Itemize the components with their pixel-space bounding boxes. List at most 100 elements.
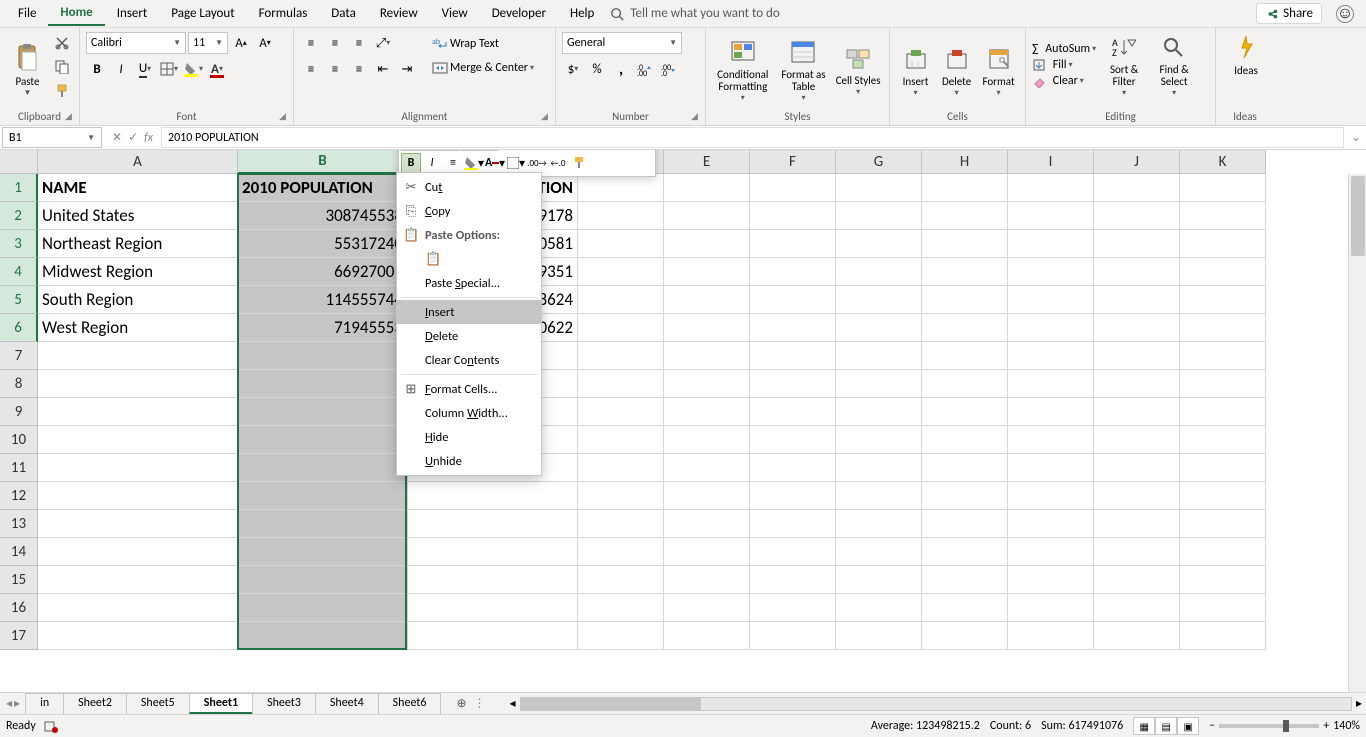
find-select-button[interactable]: Find & Select▾ [1152,32,1196,98]
cell-G13[interactable] [836,510,922,538]
cell-J15[interactable] [1094,566,1180,594]
enter-icon[interactable]: ✓ [128,130,138,145]
col-header-A[interactable]: A [38,150,238,174]
cell-F15[interactable] [750,566,836,594]
copy-button[interactable] [51,56,73,78]
normal-view-button[interactable]: ▦ [1133,717,1155,735]
cell-H16[interactable] [922,594,1008,622]
share-button[interactable]: Share [1256,3,1322,24]
cell-G11[interactable] [836,454,922,482]
cell-H8[interactable] [922,370,1008,398]
cell-C17[interactable] [408,622,578,650]
cell-D5[interactable] [578,286,664,314]
cell-H12[interactable] [922,482,1008,510]
cell-I3[interactable] [1008,230,1094,258]
cell-I11[interactable] [1008,454,1094,482]
cell-B13[interactable] [238,510,408,538]
ctx-format-cells[interactable]: ⊞Format Cells... [397,377,541,401]
cell-G6[interactable] [836,314,922,342]
cell-G10[interactable] [836,426,922,454]
cell-F14[interactable] [750,538,836,566]
row-header-12[interactable]: 12 [0,482,38,510]
horizontal-scrollbar[interactable]: ◂ ▸ [505,696,1366,711]
help-menu[interactable]: Help [558,2,606,25]
col-header-E[interactable]: E [664,150,750,174]
cell-K14[interactable] [1180,538,1266,566]
cell-F5[interactable] [750,286,836,314]
file-menu[interactable]: File [6,2,48,25]
cell-B3[interactable]: 55317240 [238,230,408,258]
cell-D14[interactable] [578,538,664,566]
cell-K17[interactable] [1180,622,1266,650]
borders-button[interactable]: ▾ [158,58,180,80]
cell-A13[interactable] [38,510,238,538]
cell-A11[interactable] [38,454,238,482]
cell-H10[interactable] [922,426,1008,454]
cell-A7[interactable] [38,342,238,370]
mini-bold[interactable]: B [401,153,421,173]
cell-H7[interactable] [922,342,1008,370]
mini-format-table-icon[interactable] [604,150,624,151]
page-layout-menu[interactable]: Page Layout [159,2,246,25]
name-box[interactable]: B1▼ [2,127,102,148]
cell-E6[interactable] [664,314,750,342]
cell-I8[interactable] [1008,370,1094,398]
cell-E4[interactable] [664,258,750,286]
cell-D1[interactable] [578,174,664,202]
cell-H2[interactable] [922,202,1008,230]
cell-D3[interactable] [578,230,664,258]
cell-F13[interactable] [750,510,836,538]
cell-B8[interactable] [238,370,408,398]
cell-A2[interactable]: United States [38,202,238,230]
ctx-unhide[interactable]: Unhide [397,449,541,473]
cell-J6[interactable] [1094,314,1180,342]
alignment-dialog-launcher[interactable]: ◢ [541,111,553,123]
cell-H5[interactable] [922,286,1008,314]
format-cells-button[interactable]: Format▾ [978,32,1019,108]
cell-H3[interactable] [922,230,1008,258]
cell-B7[interactable] [238,342,408,370]
cell-D2[interactable] [578,202,664,230]
cell-F11[interactable] [750,454,836,482]
font-size-select[interactable]: 11▼ [188,32,228,54]
zoom-out-button[interactable]: − [1209,719,1215,733]
cell-H14[interactable] [922,538,1008,566]
cell-K11[interactable] [1180,454,1266,482]
cell-D17[interactable] [578,622,664,650]
align-top-button[interactable]: ≡ [300,32,322,54]
insert-menu[interactable]: Insert [105,2,160,25]
mini-increase-decimal[interactable]: .00→ [527,153,547,173]
cell-F9[interactable] [750,398,836,426]
zoom-slider[interactable] [1219,724,1319,728]
cell-G8[interactable] [836,370,922,398]
cell-F8[interactable] [750,370,836,398]
cell-G2[interactable] [836,202,922,230]
cell-K13[interactable] [1180,510,1266,538]
cell-B9[interactable] [238,398,408,426]
underline-button[interactable]: U▾ [134,58,156,80]
ctx-delete[interactable]: Delete [397,324,541,348]
increase-font-button[interactable]: A▴ [230,32,252,54]
ctx-cut[interactable]: ✂Cut [397,175,541,199]
cell-E2[interactable] [664,202,750,230]
cell-J12[interactable] [1094,482,1180,510]
cell-A12[interactable] [38,482,238,510]
cell-K9[interactable] [1180,398,1266,426]
cell-I6[interactable] [1008,314,1094,342]
sheet-tab-Sheet5[interactable]: Sheet5 [126,693,190,714]
cell-D13[interactable] [578,510,664,538]
zoom-in-button[interactable]: + [1323,719,1329,733]
cell-H13[interactable] [922,510,1008,538]
cell-I17[interactable] [1008,622,1094,650]
cell-J5[interactable] [1094,286,1180,314]
cell-F3[interactable] [750,230,836,258]
cell-E12[interactable] [664,482,750,510]
cell-C14[interactable] [408,538,578,566]
cell-C13[interactable] [408,510,578,538]
vertical-scrollbar[interactable] [1348,174,1366,692]
autosum-button[interactable]: ∑ AutoSum▾ [1032,42,1096,56]
row-header-1[interactable]: 1 [0,174,38,202]
row-header-6[interactable]: 6 [0,314,38,342]
cell-I13[interactable] [1008,510,1094,538]
cell-I1[interactable] [1008,174,1094,202]
